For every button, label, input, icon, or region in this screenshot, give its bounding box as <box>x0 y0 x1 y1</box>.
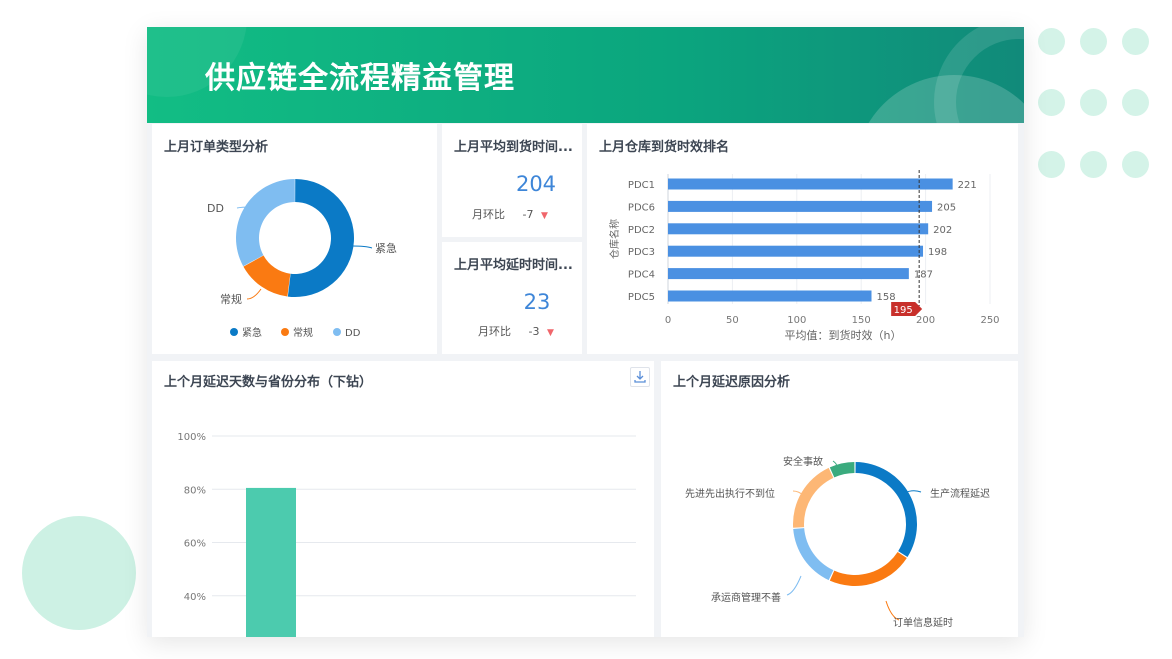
bar-value-label: 221 <box>958 180 977 191</box>
delay-days-bar-chart: 100%80%60%40%20% <box>177 432 636 637</box>
bar-value-label: 202 <box>933 225 952 236</box>
y-tick-label: PDC1 <box>628 180 655 191</box>
bar[interactable] <box>668 268 909 280</box>
bar-value-label: 198 <box>928 247 947 258</box>
warehouse-bar-chart: PDC1 221 PDC6 205 PDC2 202 PDC3 198 PDC4 187 PDC5 1… <box>608 170 1000 342</box>
delay-reason-card: 上个月延迟原因分析 安全事故 生产流程延迟 订单信息延时 承运商管理不善 先进先… <box>661 361 1018 637</box>
legend-regular-marker <box>281 328 289 336</box>
delay-kpi-value: 23 <box>523 290 551 314</box>
x-tick-label: 50 <box>726 315 739 326</box>
y-tick-label: 80% <box>184 485 206 496</box>
order-type-card: 上月订单类型分析 DD 紧急 常规 紧急 常规 DD <box>152 124 437 354</box>
x-tick-label: 150 <box>852 315 871 326</box>
bar[interactable] <box>668 290 872 302</box>
donut-slice[interactable] <box>793 467 834 528</box>
mark-line-label: 195 <box>894 305 913 316</box>
arrival-kpi-card: 上月平均到货时间... 204 月环比 -7 ▼ <box>442 124 582 237</box>
bar[interactable] <box>668 245 924 257</box>
y-tick-label: 60% <box>184 539 206 550</box>
bar[interactable] <box>668 178 953 190</box>
mom-value: -7 <box>522 208 534 221</box>
donut-slice[interactable] <box>829 552 907 586</box>
y-tick-label: PDC4 <box>628 270 655 281</box>
donut-slice[interactable] <box>235 179 295 267</box>
reason-label-order-info: 订单信息延时 <box>893 616 953 629</box>
y-tick-label: 100% <box>177 432 206 443</box>
delay-kpi-card: 上月平均延时时间... 23 月环比 -3 ▼ <box>442 242 582 354</box>
down-arrow-icon: ▼ <box>546 328 554 338</box>
legend-urgent[interactable]: 紧急 <box>242 326 262 339</box>
bar[interactable] <box>668 200 933 212</box>
delay-kpi-title: 上月平均延时时间... <box>454 258 573 273</box>
reason-label-production: 生产流程延迟 <box>930 487 990 500</box>
delay-kpi-mom: 月环比 -3 ▼ <box>478 323 554 339</box>
bar-value-label: 205 <box>937 202 956 213</box>
y-tick-label: PDC5 <box>628 292 655 303</box>
arrival-kpi-title: 上月平均到货时间... <box>454 140 573 155</box>
header-decoration <box>934 27 1024 123</box>
x-tick-label: 250 <box>980 315 999 326</box>
y-tick-label: PDC3 <box>628 247 655 258</box>
warehouse-ranking-card: 上月仓库到货时效排名 PDC1 221 PDC6 205 PDC2 202 PDC3 198 P… <box>587 124 1018 354</box>
decorative-circle <box>22 516 136 630</box>
mom-label: 月环比 <box>478 325 511 338</box>
x-tick-label: 100 <box>787 315 806 326</box>
dd-label: DD <box>207 202 224 215</box>
bar[interactable] <box>246 487 296 637</box>
regular-label-line <box>246 288 262 300</box>
x-tick-label: 200 <box>916 315 935 326</box>
x-tick-label: 0 <box>665 315 671 326</box>
y-tick-label: PDC2 <box>628 225 655 236</box>
legend-regular[interactable]: 常规 <box>293 326 313 339</box>
label-line <box>786 575 802 596</box>
bar-value-label: 158 <box>877 292 896 303</box>
dashboard-frame: 供应链全流程精益管理 上月订单类型分析 DD 紧急 常规 紧急 常规 DD 上月… <box>147 27 1024 637</box>
bar-value-label: 187 <box>914 270 933 281</box>
y-tick-label: PDC6 <box>628 202 655 213</box>
delay-reason-donut-chart: 安全事故 生产流程延迟 订单信息延时 承运商管理不善 先进先出执行不到位 <box>685 455 990 629</box>
legend-urgent-marker <box>230 328 238 336</box>
arrival-kpi-mom: 月环比 -7 ▼ <box>472 206 548 222</box>
donut-slice[interactable] <box>793 528 834 581</box>
down-arrow-icon: ▼ <box>540 211 548 221</box>
bar[interactable] <box>668 223 929 235</box>
page-title: 供应链全流程精益管理 <box>205 61 515 96</box>
y-axis-label: 仓库名称 <box>608 219 621 259</box>
arrival-kpi-value: 204 <box>515 172 557 196</box>
legend-dd[interactable]: DD <box>345 328 361 339</box>
donut-slice[interactable] <box>829 462 855 478</box>
mom-value: -3 <box>528 325 540 338</box>
urgent-label-line <box>351 245 373 249</box>
donut-slice[interactable] <box>855 462 917 557</box>
regular-label: 常规 <box>220 292 242 306</box>
x-axis-label: 平均值：到货时效（h） <box>785 328 902 342</box>
y-tick-label: 40% <box>184 592 206 603</box>
reason-label-carrier: 承运商管理不善 <box>711 591 781 604</box>
donut-slice[interactable] <box>287 179 355 297</box>
reason-label-safety: 安全事故 <box>783 455 823 468</box>
order-type-donut-chart: DD 紧急 常规 紧急 常规 DD <box>207 179 397 339</box>
legend-dd-marker <box>333 328 341 336</box>
mom-label: 月环比 <box>472 208 505 221</box>
reason-label-fifo: 先进先出执行不到位 <box>685 487 775 500</box>
dashboard-header: 供应链全流程精益管理 <box>147 27 1024 123</box>
delay-days-card: 上个月延迟天数与省份分布（下钻） 100%80%60%40%20% <box>152 361 654 637</box>
urgent-label: 紧急 <box>375 241 397 255</box>
